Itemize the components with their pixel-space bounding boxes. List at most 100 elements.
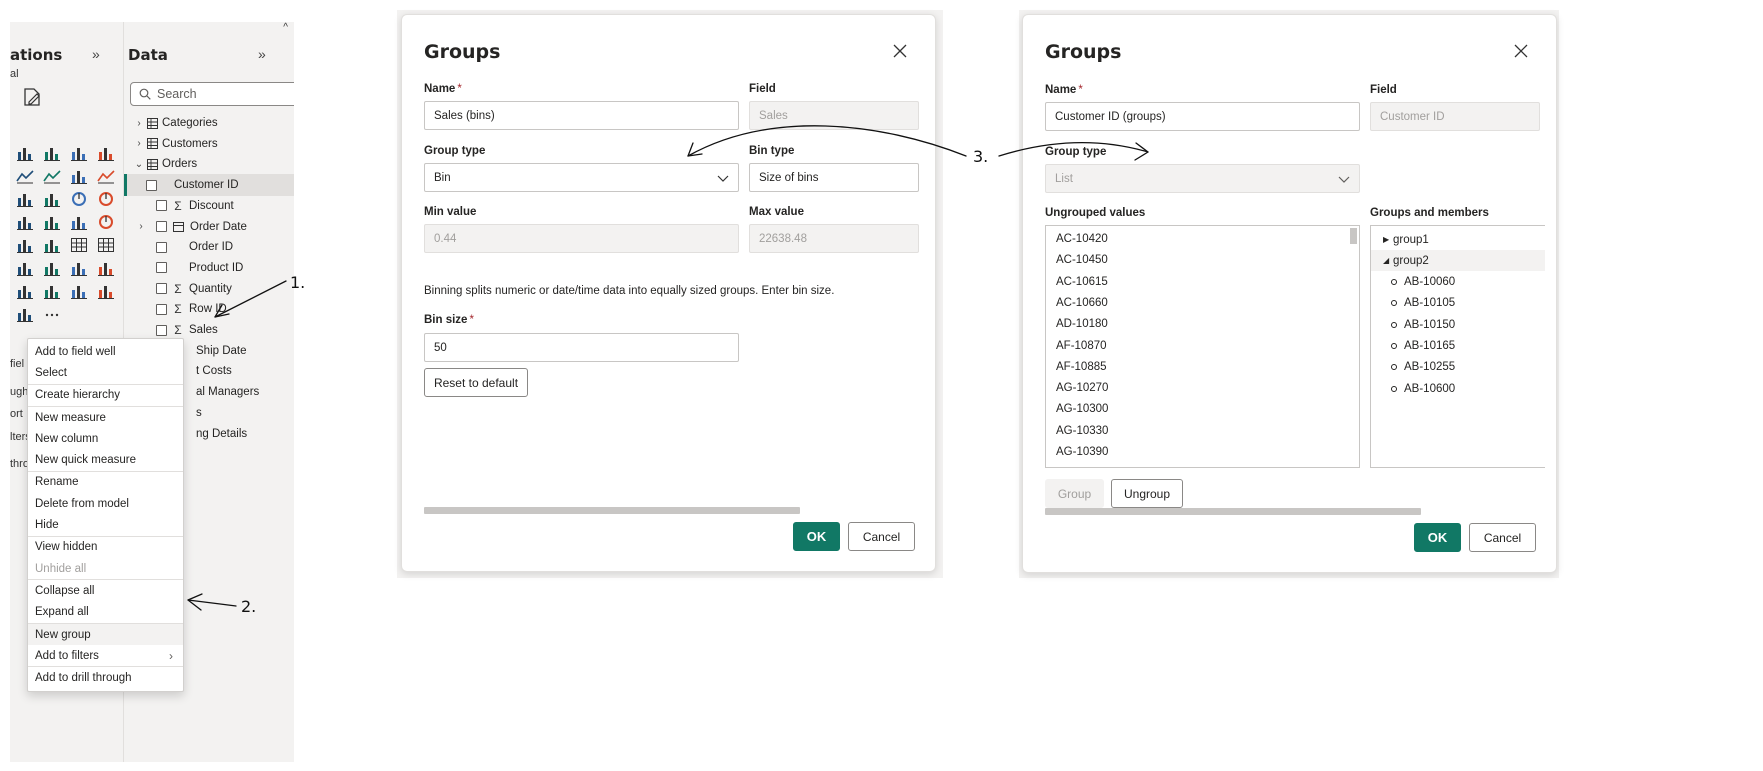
triangle-right-icon[interactable]: ▶	[1383, 235, 1393, 244]
group-member-item[interactable]: AB-10600	[1371, 378, 1545, 399]
group-member-item[interactable]: AB-10060	[1371, 272, 1545, 293]
search-input[interactable]: Search	[130, 82, 294, 106]
horizontal-scrollbar[interactable]	[1045, 508, 1421, 515]
python-visual-visual-icon[interactable]	[14, 305, 36, 323]
ungrouped-value-item[interactable]: AC-10615	[1056, 276, 1108, 288]
group-member-item[interactable]: AB-10165	[1371, 336, 1545, 357]
triangle-down-icon[interactable]: ◢	[1383, 256, 1393, 265]
key-influencers-visual-icon[interactable]	[14, 259, 36, 277]
scatter-visual-icon[interactable]	[41, 190, 63, 208]
matrix-visual-icon[interactable]	[95, 236, 117, 254]
field-node[interactable]: Customer ID	[124, 174, 294, 197]
table-node[interactable]: › Customers	[124, 133, 294, 155]
chevron-right-icon[interactable]: ›	[134, 118, 144, 129]
kpi-visual-icon[interactable]	[14, 236, 36, 254]
field-node[interactable]: Σ Quantity	[124, 278, 294, 300]
power-apps-visual-icon[interactable]	[41, 282, 63, 300]
format-visual-icon[interactable]	[22, 86, 42, 108]
donut-visual-icon[interactable]	[95, 190, 117, 208]
field-node[interactable]: › Order Date	[124, 216, 294, 238]
ungrouped-value-item[interactable]: AC-10450	[1056, 254, 1108, 266]
menu-item-delete-from-model[interactable]: Delete from model	[28, 493, 183, 514]
menu-item-add-to-filters[interactable]: Add to filters ›	[28, 645, 183, 666]
group-node[interactable]: ◢ group2	[1371, 250, 1545, 272]
stacked-bar-visual-icon[interactable]	[14, 144, 36, 162]
shape-map-visual-icon[interactable]	[41, 213, 63, 231]
clustered-bar-visual-icon[interactable]	[68, 144, 90, 162]
menu-item-collapse-all[interactable]: Collapse all	[28, 580, 183, 601]
ungrouped-value-item[interactable]: AC-10660	[1056, 297, 1108, 309]
menu-item-new-quick-measure[interactable]: New quick measure	[28, 449, 183, 470]
menu-item-create-hierarchy[interactable]: Create hierarchy	[28, 385, 183, 406]
gauge-visual-icon[interactable]	[95, 213, 117, 231]
ungrouped-value-item[interactable]: AC-10420	[1056, 233, 1108, 245]
close-icon[interactable]	[893, 44, 907, 58]
menu-item-expand-all[interactable]: Expand all	[28, 602, 183, 623]
group-button[interactable]: Group	[1045, 479, 1104, 508]
ungrouped-value-item[interactable]: AF-10870	[1056, 340, 1107, 352]
field-checkbox[interactable]	[156, 221, 167, 232]
narrative-visual-icon[interactable]	[95, 282, 117, 300]
filled-map-visual-icon[interactable]	[14, 213, 36, 231]
horizontal-scrollbar[interactable]	[424, 507, 800, 514]
chevron-down-icon[interactable]: ⌄	[134, 159, 144, 170]
table-visual-icon[interactable]	[68, 236, 90, 254]
cancel-button[interactable]: Cancel	[1469, 523, 1536, 552]
menu-item-new-measure[interactable]: New measure	[28, 407, 183, 428]
expand-pane-icon[interactable]: »	[92, 46, 100, 62]
vertical-scrollbar[interactable]	[1350, 228, 1357, 244]
menu-item-add-to-drill-through[interactable]: Add to drill through	[28, 667, 183, 688]
field-node[interactable]: Σ Discount	[124, 195, 294, 217]
area-chart-visual-icon[interactable]	[41, 167, 63, 185]
cancel-button[interactable]: Cancel	[848, 522, 915, 551]
name-field[interactable]: Customer ID (groups)	[1045, 102, 1360, 131]
ribbon-visual-icon[interactable]	[95, 167, 117, 185]
smart-narrative-visual-icon[interactable]	[95, 259, 117, 277]
field-node[interactable]: Order ID	[124, 236, 294, 258]
menu-item-rename[interactable]: Rename	[28, 472, 183, 493]
ok-button[interactable]: OK	[793, 522, 840, 551]
stacked-column-visual-icon[interactable]	[95, 144, 117, 162]
field-node[interactable]: Product ID	[124, 257, 294, 279]
close-icon[interactable]	[1514, 44, 1528, 58]
field-checkbox[interactable]	[156, 324, 167, 336]
field-checkbox[interactable]	[156, 303, 167, 315]
menu-item-select[interactable]: Select	[28, 362, 183, 383]
azure-map-visual-icon[interactable]	[68, 213, 90, 231]
group-member-item[interactable]: AB-10255	[1371, 357, 1545, 378]
pie-visual-icon[interactable]	[68, 190, 90, 208]
collapse-caret-icon[interactable]: ^	[283, 22, 288, 33]
funnel-visual-icon[interactable]	[14, 190, 36, 208]
name-field[interactable]: Sales (bins)	[424, 101, 739, 130]
group-member-item[interactable]: AB-10150	[1371, 314, 1545, 335]
ungrouped-value-item[interactable]: AG-10330	[1056, 425, 1108, 437]
field-checkbox[interactable]	[156, 262, 167, 274]
group-member-item[interactable]: AB-10105	[1371, 293, 1545, 314]
field-checkbox[interactable]	[156, 200, 167, 212]
bin-size-field[interactable]: 50	[424, 333, 739, 362]
menu-item-new-group[interactable]: New group	[28, 623, 183, 646]
more-visual-icon[interactable]	[41, 305, 63, 323]
ungrouped-value-item[interactable]: AF-10885	[1056, 361, 1107, 373]
expand-data-pane-icon[interactable]: »	[258, 46, 266, 62]
line-column-visual-icon[interactable]	[68, 167, 90, 185]
ungrouped-value-item[interactable]: AG-10300	[1056, 403, 1108, 415]
group-type-dropdown[interactable]: Bin	[424, 163, 739, 192]
chevron-right-icon[interactable]: ›	[134, 138, 144, 149]
menu-item-new-column[interactable]: New column	[28, 428, 183, 449]
field-node[interactable]: Σ Row ID	[124, 298, 294, 320]
reset-to-default-button[interactable]: Reset to default	[424, 368, 528, 397]
paginated-visual-icon[interactable]	[14, 282, 36, 300]
table-node[interactable]: ⌄ Orders	[124, 153, 294, 175]
slicer-visual-icon[interactable]	[41, 236, 63, 254]
menu-item-view-hidden[interactable]: View hidden	[28, 537, 183, 558]
bin-type-dropdown[interactable]: Size of bins	[749, 163, 919, 192]
menu-item-hide[interactable]: Hide	[28, 514, 183, 535]
qa-visual-icon[interactable]	[68, 259, 90, 277]
field-checkbox[interactable]	[156, 241, 167, 253]
table-node[interactable]: › Categories	[124, 112, 294, 134]
menu-item-add-to-field-well[interactable]: Add to field well	[28, 341, 183, 362]
ungrouped-value-item[interactable]: AD-10180	[1056, 318, 1108, 330]
ungrouped-value-item[interactable]: AG-10390	[1056, 446, 1108, 458]
field-checkbox[interactable]	[156, 283, 167, 295]
